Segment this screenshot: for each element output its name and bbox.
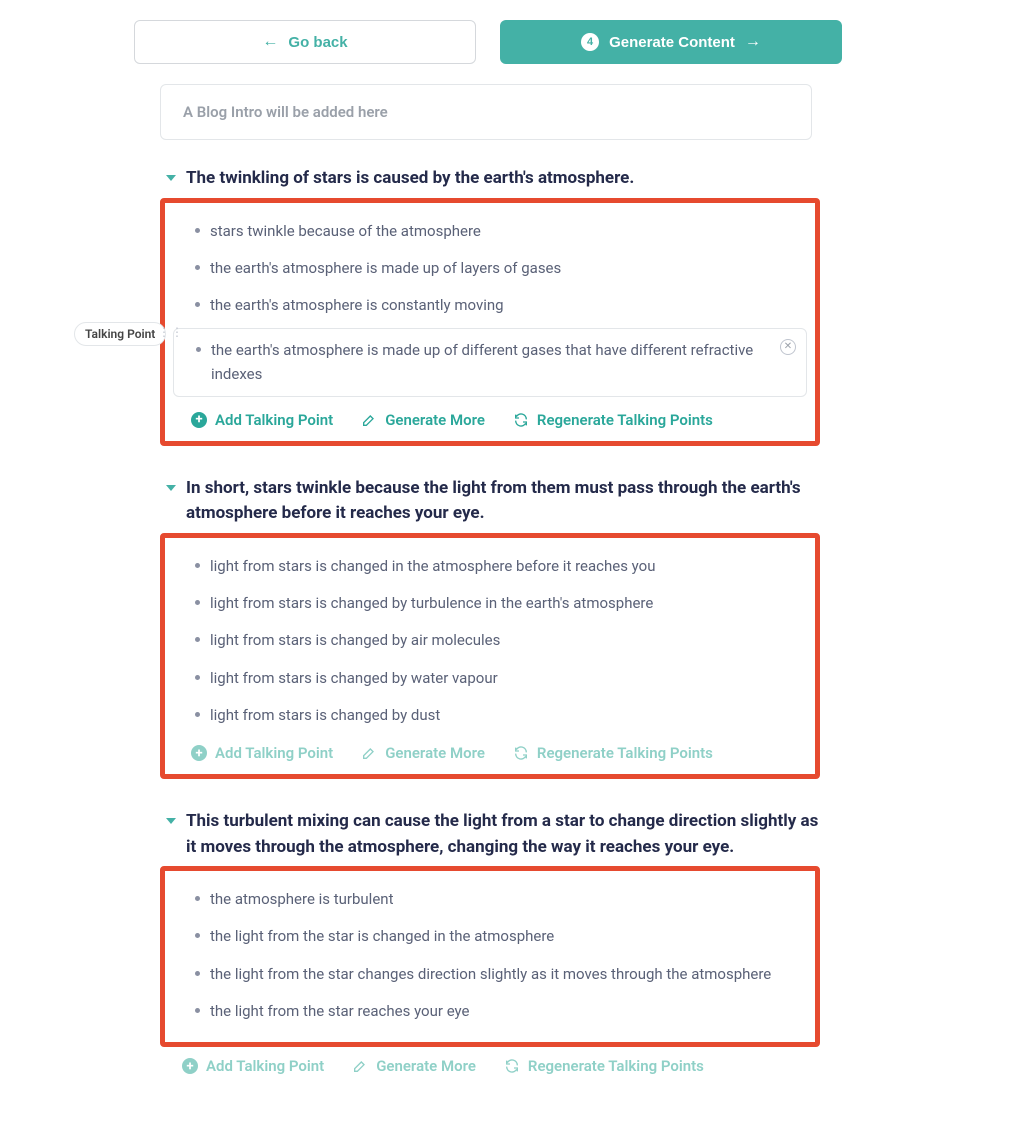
step-number-badge: 4	[581, 33, 599, 51]
chevron-down-icon[interactable]	[166, 175, 176, 181]
blog-intro-placeholder[interactable]: A Blog Intro will be added here	[160, 84, 812, 140]
arrow-left-icon: ←	[262, 34, 278, 50]
talking-point[interactable]: light from stars is changed by dust	[173, 697, 807, 734]
generate-more-button[interactable]: Generate More	[352, 1057, 476, 1075]
refresh-icon	[504, 1058, 520, 1074]
bullet-icon	[196, 347, 201, 352]
section-title[interactable]: In short, stars twinkle because the ligh…	[186, 476, 820, 527]
section: In short, stars twinkle because the ligh…	[160, 476, 820, 779]
bullet-icon	[195, 600, 200, 605]
bullet-icon	[195, 637, 200, 642]
talking-point[interactable]: the light from the star changes directio…	[173, 956, 807, 993]
regenerate-button[interactable]: Regenerate Talking Points	[513, 411, 713, 429]
talking-point[interactable]: light from stars is changed by turbulenc…	[173, 585, 807, 622]
bullet-icon	[195, 933, 200, 938]
edit-icon	[361, 745, 377, 761]
edit-icon	[352, 1058, 368, 1074]
bullet-icon	[195, 675, 200, 680]
bullet-icon	[195, 971, 200, 976]
talking-point[interactable]: the earth's atmosphere is made up of lay…	[173, 250, 807, 287]
go-back-label: Go back	[288, 34, 347, 51]
go-back-button[interactable]: ← Go back	[134, 20, 476, 64]
talking-point[interactable]: light from stars is changed by water vap…	[173, 660, 807, 697]
talking-point[interactable]: stars twinkle because of the atmosphere	[173, 213, 807, 250]
generate-more-button[interactable]: Generate More	[361, 744, 485, 762]
chevron-down-icon[interactable]	[166, 485, 176, 491]
bullet-icon	[195, 712, 200, 717]
bullet-icon	[195, 302, 200, 307]
generate-content-button[interactable]: 4 Generate Content →	[500, 20, 842, 64]
talking-point-badge: Talking Point	[74, 322, 166, 346]
talking-point[interactable]: light from stars is changed in the atmos…	[173, 548, 807, 585]
generate-more-button[interactable]: Generate More	[361, 411, 485, 429]
chevron-down-icon[interactable]	[166, 818, 176, 824]
section-title[interactable]: This turbulent mixing can cause the ligh…	[186, 809, 820, 860]
close-icon[interactable]: ✕	[780, 339, 796, 355]
bullet-icon	[195, 1008, 200, 1013]
drag-handle-icon[interactable]: ⋮⋮	[158, 326, 184, 338]
refresh-icon	[513, 412, 529, 428]
regenerate-button[interactable]: Regenerate Talking Points	[504, 1057, 704, 1075]
talking-points-box: light from stars is changed in the atmos…	[160, 533, 820, 779]
talking-points-box: the atmosphere is turbulent the light fr…	[160, 866, 820, 1047]
bullet-icon	[195, 228, 200, 233]
talking-point[interactable]: the light from the star reaches your eye	[173, 993, 807, 1030]
plus-circle-icon: +	[182, 1058, 198, 1074]
section: The twinkling of stars is caused by the …	[160, 166, 820, 446]
section-title[interactable]: The twinkling of stars is caused by the …	[186, 166, 634, 192]
bullet-icon	[195, 563, 200, 568]
bullet-icon	[195, 896, 200, 901]
plus-circle-icon: +	[191, 412, 207, 428]
bullet-icon	[195, 265, 200, 270]
arrow-right-icon: →	[745, 34, 761, 50]
talking-point[interactable]: light from stars is changed by air molec…	[173, 622, 807, 659]
edit-icon	[361, 412, 377, 428]
add-talking-point-button[interactable]: + Add Talking Point	[191, 411, 333, 429]
talking-point[interactable]: the atmosphere is turbulent	[173, 881, 807, 918]
refresh-icon	[513, 745, 529, 761]
section: This turbulent mixing can cause the ligh…	[160, 809, 820, 1075]
regenerate-button[interactable]: Regenerate Talking Points	[513, 744, 713, 762]
plus-circle-icon: +	[191, 745, 207, 761]
talking-points-box: stars twinkle because of the atmosphere …	[160, 198, 820, 446]
talking-point[interactable]: the earth's atmosphere is constantly mov…	[173, 287, 807, 324]
generate-content-label: Generate Content	[609, 34, 735, 51]
add-talking-point-button[interactable]: + Add Talking Point	[191, 744, 333, 762]
talking-point-editing[interactable]: the earth's atmosphere is made up of dif…	[173, 328, 807, 397]
add-talking-point-button[interactable]: + Add Talking Point	[182, 1057, 324, 1075]
talking-point[interactable]: the light from the star is changed in th…	[173, 918, 807, 955]
